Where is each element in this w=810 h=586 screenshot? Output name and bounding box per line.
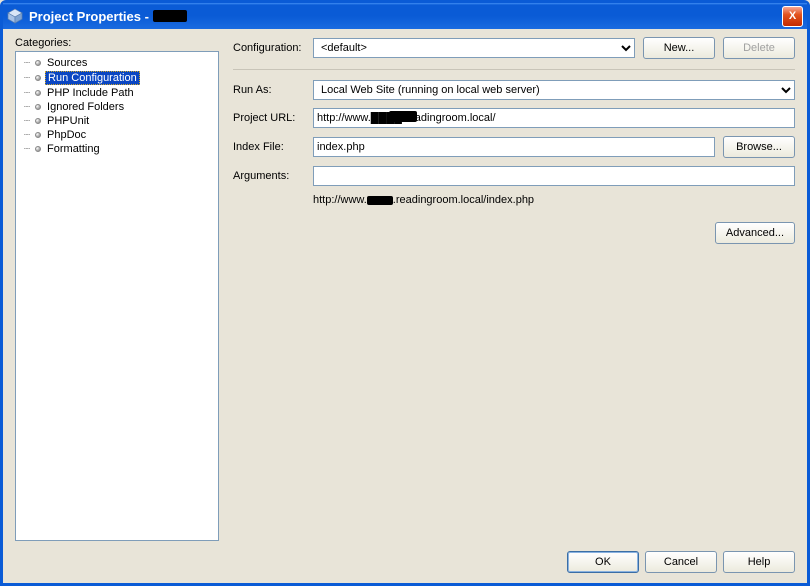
tree-item-label: Ignored Folders <box>45 101 126 113</box>
tree-branch-icon: ┈ <box>24 73 31 84</box>
configuration-label: Configuration: <box>233 42 305 54</box>
redacted-title-part <box>153 10 187 22</box>
tree-item-label: Formatting <box>45 143 102 155</box>
tree-branch-icon: ┈ <box>24 144 31 155</box>
tree-branch-icon: ┈ <box>24 102 31 113</box>
run-as-select[interactable]: Local Web Site (running on local web ser… <box>313 80 795 100</box>
browse-button[interactable]: Browse... <box>723 136 795 158</box>
tree-branch-icon: ┈ <box>24 58 31 69</box>
tree-item-label: Run Configuration <box>45 71 140 85</box>
redacted-url-part <box>389 111 417 122</box>
tree-branch-icon: ┈ <box>24 88 31 99</box>
ok-button[interactable]: OK <box>567 551 639 573</box>
divider <box>233 69 795 70</box>
tree-branch-icon: ┈ <box>24 130 31 141</box>
close-icon: X <box>789 10 796 22</box>
tree-item-run-configuration[interactable]: ┈ Run Configuration <box>22 70 212 86</box>
configuration-select[interactable]: <default> <box>313 38 635 58</box>
run-as-label: Run As: <box>233 84 305 96</box>
bullet-icon <box>35 132 41 138</box>
arguments-label: Arguments: <box>233 170 305 182</box>
tree-item-phpunit[interactable]: ┈ PHPUnit <box>22 114 212 128</box>
tree-item-ignored-folders[interactable]: ┈ Ignored Folders <box>22 100 212 114</box>
index-file-label: Index File: <box>233 141 305 153</box>
tree-item-label: PHPUnit <box>45 115 91 127</box>
project-url-input[interactable] <box>313 108 795 128</box>
tree-item-formatting[interactable]: ┈ Formatting <box>22 142 212 156</box>
delete-config-button: Delete <box>723 37 795 59</box>
app-icon <box>7 8 23 24</box>
bullet-icon <box>35 118 41 124</box>
index-file-input[interactable] <box>313 137 715 157</box>
tree-item-php-include-path[interactable]: ┈ PHP Include Path <box>22 86 212 100</box>
bullet-icon <box>35 90 41 96</box>
tree-item-label: PHP Include Path <box>45 87 136 99</box>
tree-item-phpdoc[interactable]: ┈ PhpDoc <box>22 128 212 142</box>
cancel-button[interactable]: Cancel <box>645 551 717 573</box>
redacted-url-part <box>367 196 393 205</box>
bullet-icon <box>35 75 41 81</box>
window-title: Project Properties - <box>29 9 782 24</box>
bullet-icon <box>35 60 41 66</box>
tree-item-sources[interactable]: ┈ Sources <box>22 56 212 70</box>
dialog-footer: OK Cancel Help <box>15 541 795 573</box>
categories-label: Categories: <box>15 37 219 49</box>
close-button[interactable]: X <box>782 6 803 27</box>
bullet-icon <box>35 104 41 110</box>
advanced-button[interactable]: Advanced... <box>715 222 795 244</box>
titlebar: Project Properties - X <box>3 3 807 29</box>
tree-item-label: Sources <box>45 57 89 69</box>
url-preview: http://www..readingroom.local/index.php <box>313 194 795 206</box>
bullet-icon <box>35 146 41 152</box>
help-button[interactable]: Help <box>723 551 795 573</box>
project-url-label: Project URL: <box>233 112 305 124</box>
dialog-content: Categories: ┈ Sources ┈ Run Configuratio… <box>3 29 807 583</box>
tree-item-label: PhpDoc <box>45 129 88 141</box>
tree-branch-icon: ┈ <box>24 116 31 127</box>
settings-panel: Configuration: <default> New... Delete R… <box>233 37 795 541</box>
arguments-input[interactable] <box>313 166 795 186</box>
new-config-button[interactable]: New... <box>643 37 715 59</box>
categories-tree[interactable]: ┈ Sources ┈ Run Configuration ┈ PHP Incl… <box>15 51 219 541</box>
